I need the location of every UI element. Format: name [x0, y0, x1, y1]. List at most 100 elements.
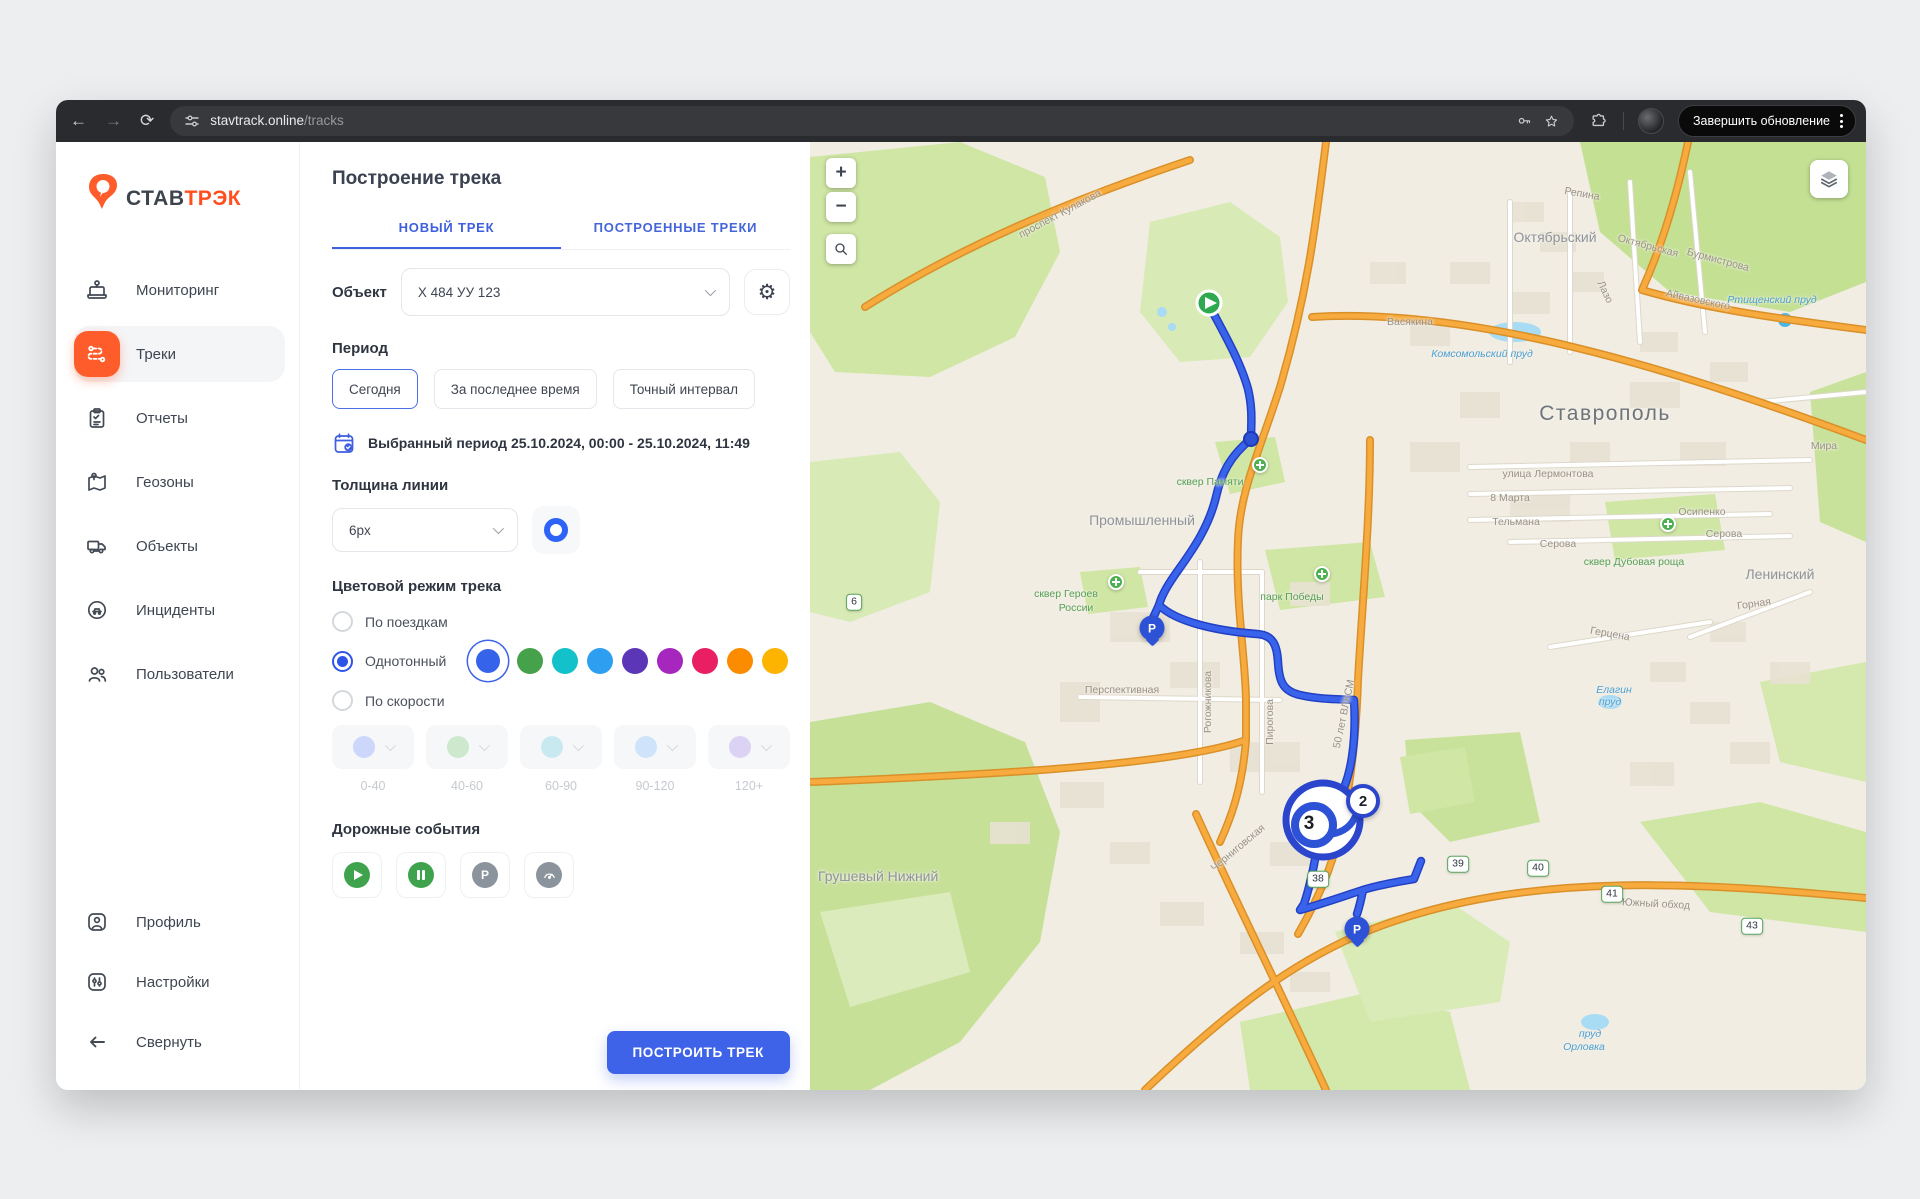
speed-range-select[interactable]: [520, 725, 602, 769]
sidebar-item-label: Профиль: [136, 914, 201, 931]
pause-icon: [408, 862, 434, 888]
reload-icon[interactable]: ⟳: [140, 111, 154, 131]
speed-range-select[interactable]: [426, 725, 508, 769]
mode-by-speed[interactable]: По скорости: [332, 690, 790, 711]
sidebar-item-incidents[interactable]: Инциденты: [74, 582, 285, 638]
thickness-preview[interactable]: [532, 506, 580, 554]
track-color-swatch[interactable]: [552, 648, 578, 674]
object-settings-button[interactable]: ⚙: [744, 269, 790, 315]
track-color-swatch[interactable]: [622, 648, 648, 674]
extensions-icon[interactable]: [1590, 112, 1609, 131]
profile-avatar[interactable]: [1638, 108, 1664, 134]
radio-icon[interactable]: [332, 690, 353, 711]
tab-new-track[interactable]: НОВЫЙ ТРЕК: [332, 212, 561, 249]
track-color-swatch[interactable]: [476, 649, 500, 673]
track-color-swatch[interactable]: [762, 648, 788, 674]
password-key-icon[interactable]: [1516, 113, 1533, 130]
speed-color-dot: [635, 736, 657, 758]
radio-icon[interactable]: [332, 651, 353, 672]
track-color-swatch[interactable]: [657, 648, 683, 674]
thickness-label: Толщина линии: [332, 477, 790, 494]
track-color-swatch[interactable]: [692, 648, 718, 674]
parking-icon: P: [472, 862, 498, 888]
speed-range-select[interactable]: [332, 725, 414, 769]
object-select[interactable]: X 484 УУ 123: [401, 268, 730, 316]
period-label: Период: [332, 340, 790, 357]
sidebar-item-settings[interactable]: Настройки: [74, 954, 285, 1010]
speed-color-dot: [447, 736, 469, 758]
bookmark-star-icon[interactable]: [1543, 113, 1560, 130]
finish-marker-label[interactable]: 3: [1304, 813, 1315, 835]
sidebar-item-reports[interactable]: Отчеты: [74, 390, 285, 446]
gear-icon: ⚙: [758, 280, 777, 305]
via-marker[interactable]: 2: [1346, 784, 1380, 818]
speed-ranges: 0-40 40-60: [332, 725, 790, 793]
build-track-button[interactable]: ПОСТРОИТЬ ТРЕК: [607, 1031, 791, 1074]
object-label: Объект: [332, 284, 387, 301]
speed-color-dot: [541, 736, 563, 758]
geozones-icon: [74, 459, 120, 505]
period-option-button[interactable]: Точный интервал: [613, 369, 755, 409]
events-section: Дорожные события P: [332, 821, 790, 898]
tab-built-tracks[interactable]: ПОСТРОЕННЫЕ ТРЕКИ: [561, 212, 790, 249]
sidebar-item-label: Объекты: [136, 538, 198, 555]
track-color-swatch[interactable]: [517, 648, 543, 674]
event-start-button[interactable]: [332, 852, 382, 898]
speed-icon: [536, 862, 562, 888]
track-color-swatch[interactable]: [587, 648, 613, 674]
speed-range-select[interactable]: [708, 725, 790, 769]
map-canvas[interactable]: СтавропольОктябрьскийПромышленныйЛенинск…: [810, 142, 1866, 1090]
incidents-icon: [74, 587, 120, 633]
browser-window: ← → ⟳ stavtrack.online/tracks: [56, 100, 1866, 1090]
sidebar-item-label: Треки: [136, 346, 176, 363]
sidebar-collapse-button[interactable]: Свернуть: [74, 1014, 285, 1070]
period-options: Сегодня За последнее время Точный интервал: [332, 369, 790, 409]
period-option-button[interactable]: Сегодня: [332, 369, 418, 409]
logo: СТАВТРЭК: [56, 142, 299, 212]
parking-marker-south[interactable]: P: [1345, 917, 1370, 942]
mode-single-color[interactable]: Однотонный: [332, 648, 790, 674]
zoom-in-button[interactable]: +: [826, 158, 856, 188]
zoom-out-button[interactable]: −: [826, 192, 856, 222]
event-stop-button[interactable]: [396, 852, 446, 898]
speed-range: 40-60: [426, 725, 508, 793]
browser-menu-icon[interactable]: [1840, 114, 1843, 128]
sidebar-item-monitoring[interactable]: Мониторинг: [74, 262, 285, 318]
thickness-select[interactable]: 6px: [332, 508, 518, 552]
radio-icon[interactable]: [332, 611, 353, 632]
map-search-button[interactable]: [826, 234, 856, 264]
speed-range: 90-120: [614, 725, 696, 793]
track-color-swatches: [468, 648, 788, 674]
chevron-down-icon: [573, 740, 584, 751]
browser-actions: Завершить обновление: [1590, 105, 1856, 137]
track-color-swatch[interactable]: [727, 648, 753, 674]
finish-update-button[interactable]: Завершить обновление: [1678, 105, 1856, 137]
sidebar-item-objects[interactable]: Объекты: [74, 518, 285, 574]
chevron-down-icon: [493, 523, 504, 534]
mode-by-trips[interactable]: По поездкам: [332, 611, 790, 632]
site-settings-icon[interactable]: [184, 113, 200, 129]
speed-range-label: 90-120: [636, 779, 675, 793]
address-bar[interactable]: stavtrack.online/tracks: [170, 106, 1574, 136]
sidebar-item-geozones[interactable]: Геозоны: [74, 454, 285, 510]
speed-color-dot: [729, 736, 751, 758]
settings-icon: [74, 959, 120, 1005]
map-layers-button[interactable]: [1810, 160, 1848, 198]
browser-nav: ← → ⟳: [70, 111, 154, 131]
tracks-icon: [74, 331, 120, 377]
back-icon[interactable]: ←: [70, 111, 87, 131]
period-option-button[interactable]: За последнее время: [434, 369, 597, 409]
sidebar-item-tracks[interactable]: Треки: [74, 326, 285, 382]
parking-marker-west[interactable]: P: [1140, 616, 1165, 641]
event-parking-button[interactable]: P: [460, 852, 510, 898]
sidebar-item-label: Инциденты: [136, 602, 215, 619]
sidebar-item-profile[interactable]: Профиль: [74, 894, 285, 950]
sidebar-item-users[interactable]: Пользователи: [74, 646, 285, 702]
speed-range-label: 120+: [735, 779, 763, 793]
route-node-dot: [1244, 432, 1258, 446]
speed-range-select[interactable]: [614, 725, 696, 769]
object-row: Объект X 484 УУ 123 ⚙: [332, 268, 790, 316]
event-speeding-button[interactable]: [524, 852, 574, 898]
sidebar-item-label: Свернуть: [136, 1034, 202, 1051]
forward-icon[interactable]: →: [105, 111, 122, 131]
